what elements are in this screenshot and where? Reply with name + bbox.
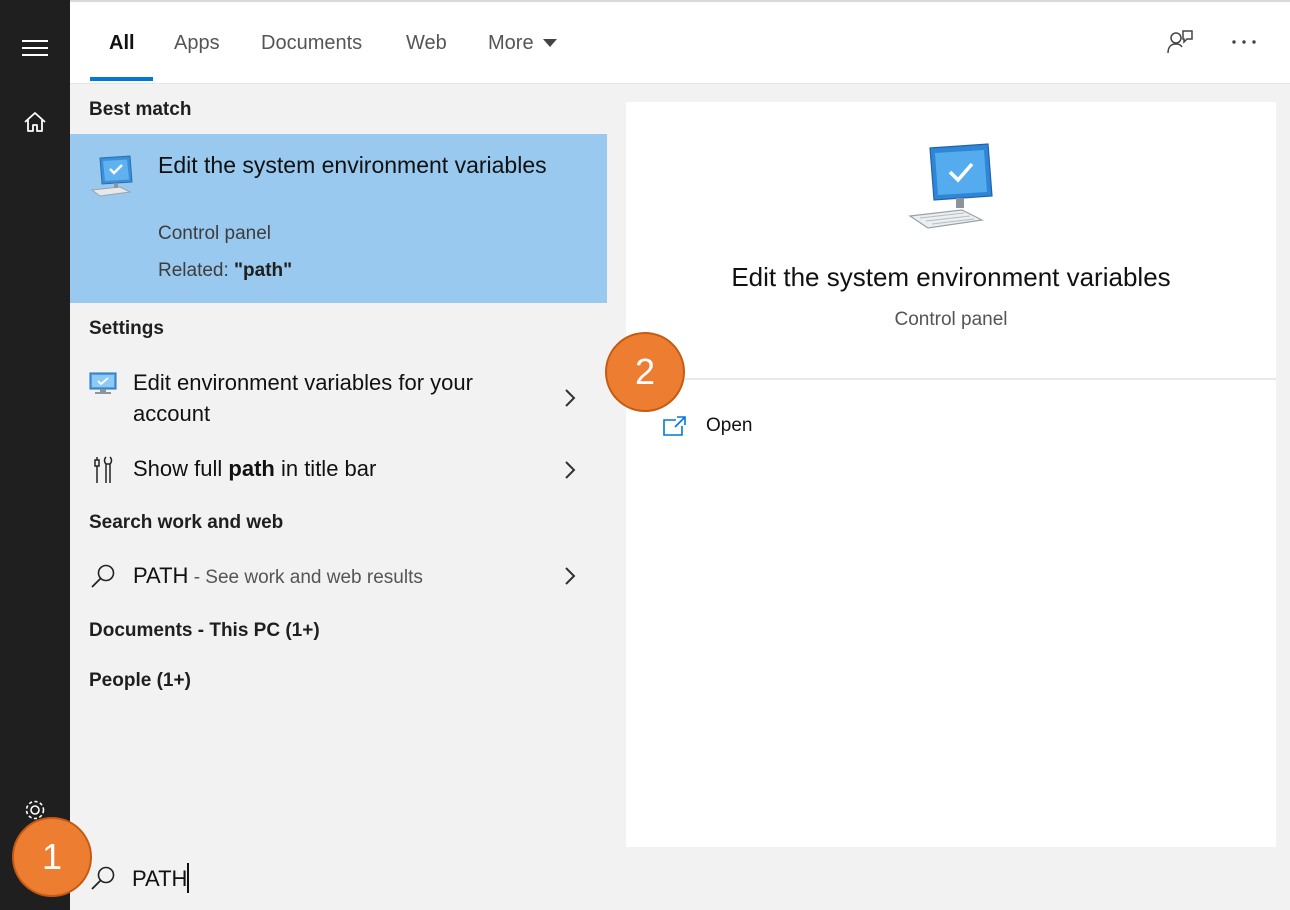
section-people[interactable]: People (1+) — [89, 670, 191, 692]
search-input[interactable] — [132, 861, 732, 897]
tab-apps[interactable]: Apps — [174, 28, 220, 58]
feedback-icon — [1167, 30, 1193, 54]
computer-monitor-icon — [88, 154, 140, 205]
search-icon — [90, 865, 116, 896]
related-term: "path" — [234, 260, 293, 281]
preview-subtitle: Control panel — [894, 309, 1008, 330]
preview-title: Edit the system environment variables — [731, 262, 1171, 292]
web-search-result[interactable]: PATH - See work and web results — [70, 556, 607, 596]
navigation-rail — [0, 0, 70, 910]
search-box — [70, 847, 1290, 910]
section-documents[interactable]: Documents - This PC (1+) — [89, 620, 320, 642]
chevron-right-icon — [562, 386, 578, 410]
active-tab-indicator — [90, 77, 153, 81]
search-scope-tabs: All Apps Documents Web More — [70, 0, 1290, 84]
related-prefix: Related: — [158, 260, 235, 281]
step-callout-1: 1 — [12, 817, 92, 897]
label-part: in title bar — [274, 456, 377, 481]
section-search-work-web: Search work and web — [89, 512, 284, 533]
settings-item-show-full-path[interactable]: Show full path in title bar — [70, 450, 607, 490]
chevron-right-icon — [562, 564, 578, 588]
tab-more-label: More — [488, 31, 534, 54]
step-callout-2: 2 — [605, 332, 685, 412]
open-external-icon — [663, 416, 686, 436]
computer-monitor-icon — [906, 142, 998, 235]
web-search-label: PATH - See work and web results — [133, 560, 543, 593]
more-options-icon — [1232, 40, 1256, 44]
more-options-button[interactable] — [1226, 24, 1262, 60]
best-match-related: Related: "path" — [158, 260, 292, 282]
web-search-suffix: - See work and web results — [188, 567, 423, 588]
home-icon — [24, 112, 46, 132]
chevron-right-icon — [562, 458, 578, 482]
best-match-title: Edit the system environment variables — [158, 152, 547, 178]
settings-item-label: Show full path in title bar — [133, 453, 543, 484]
home-button[interactable] — [0, 100, 70, 144]
best-match-item[interactable]: Edit the system environment variables Co… — [70, 134, 607, 303]
tab-web[interactable]: Web — [406, 28, 447, 58]
preview-panel: Edit the system environment variables Co… — [626, 102, 1276, 847]
settings-item-edit-env-account[interactable]: Edit environment variables for your acco… — [70, 364, 607, 430]
monitor-settings-icon — [88, 369, 118, 399]
label-part: Show full — [133, 456, 229, 481]
label-bold-part: path — [228, 456, 275, 481]
hamburger-menu-icon — [22, 40, 48, 56]
settings-item-label: Edit environment variables for your acco… — [133, 370, 473, 426]
top-border — [70, 0, 1290, 2]
tab-all[interactable]: All — [109, 28, 135, 58]
results-panel: Best match Edit the system environment v… — [70, 84, 607, 847]
web-search-query: PATH — [133, 563, 189, 588]
tools-icon — [88, 455, 118, 485]
open-action-label: Open — [706, 415, 753, 436]
feedback-button[interactable] — [1162, 24, 1198, 60]
open-action-button[interactable]: Open — [662, 408, 752, 444]
section-settings: Settings — [89, 318, 164, 339]
tab-more[interactable]: More — [488, 28, 557, 58]
tab-documents[interactable]: Documents — [261, 28, 362, 58]
section-best-match: Best match — [89, 99, 192, 120]
caret-down-icon — [542, 38, 557, 47]
best-match-category: Control panel — [158, 223, 272, 244]
text-caret — [187, 863, 189, 893]
hamburger-menu-button[interactable] — [0, 26, 70, 70]
search-icon — [88, 561, 118, 591]
preview-divider — [626, 378, 1276, 380]
